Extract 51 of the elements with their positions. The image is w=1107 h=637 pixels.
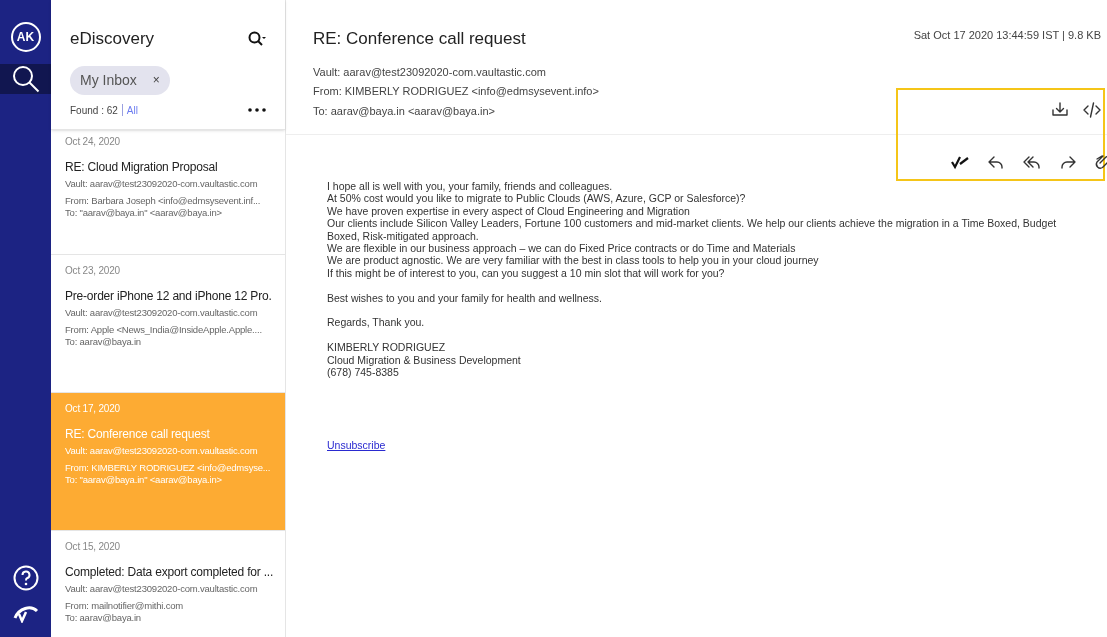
message-vault: Vault: aarav@test23092020-com.vaultastic.com (65, 178, 259, 190)
message-subject: Pre-order iPhone 12 and iPhone 12 Pro. (65, 289, 271, 303)
message-date: Oct 15, 2020 (65, 541, 121, 553)
message-subject: RE: Conference call request (65, 427, 211, 441)
vault-line: Vault: aarav@test23092020-com.vaultastic.com (313, 64, 546, 80)
avatar[interactable]: AK (10, 22, 41, 52)
message-date: Oct 24, 2020 (65, 136, 121, 148)
message-subject: Completed: Data export completed for ... (65, 565, 271, 579)
message-vault: Vault: aarav@test23092020-com.vaultastic.com (65, 583, 259, 595)
found-count: Found : 62 (70, 103, 118, 118)
code-icon[interactable] (1082, 100, 1102, 120)
message-vault: Vault: aarav@test23092020-com.vaultastic.com (65, 307, 259, 319)
body-text-line: We are product agnostic. We are very familiar with the best in class tools to help you in your cloud journey (327, 254, 820, 267)
panel-title: eDiscovery (70, 28, 155, 50)
message-to: To: aarav@baya.in (65, 612, 142, 624)
message-date: Oct 17, 2020 (65, 403, 121, 415)
message-vault: Vault: aarav@test23092020-com.vaultastic.com (65, 445, 259, 457)
chip-label: My Inbox (80, 70, 137, 90)
search-icon (10, 64, 41, 94)
message-subject: RE: Conference call request (313, 28, 526, 50)
message-to: To: "aarav@baya.in" <aarav@baya.in> (65, 474, 223, 486)
body-text-line: (678) 745-8385 (327, 366, 400, 379)
unsubscribe-link[interactable]: Unsubscribe (327, 438, 386, 452)
all-link[interactable]: All (126, 102, 138, 118)
body-text-line: I hope all is well with you, your family, friends and colleagues. (327, 180, 614, 193)
message-date: Oct 23, 2020 (65, 265, 121, 277)
message-from: From: Apple <News_India@InsideApple.Apple.... (65, 324, 263, 336)
body-text-line: Best wishes to you and your family for health and wellness. (327, 291, 603, 305)
message-meta: Sat Oct 17 2020 13:44:59 IST | 9.8 KB (913, 28, 1101, 43)
body-text-line: If this might be of interest to you, can you suggest a 10 min slot that will work for you? (327, 266, 726, 280)
body-text-line: We are flexible in our business approach – we can do Fixed Price contracts or do Time and Materials (327, 242, 797, 255)
logo-icon (12, 605, 39, 623)
body-text-line: Cloud Migration & Business Development (327, 353, 522, 367)
body-text-line: We have proven expertise in every aspect of Cloud Engineering and Migration (327, 204, 691, 218)
body-text-line: At 50% cost would you like to migrate to Public Clouds (AWS, Azure, GCP or Salesforce)? (327, 192, 747, 205)
help-icon (12, 565, 39, 591)
from-line: From: KIMBERLY RODRIGUEZ <info@edmsysevent.info> (313, 84, 599, 99)
search-button[interactable] (0, 64, 51, 94)
search-icon[interactable] (248, 30, 266, 47)
body-text-line: Regards, Thank you. (327, 316, 426, 329)
to-line: To: aarav@baya.in <aarav@baya.in> (313, 103, 495, 119)
chip-close-button[interactable]: × (152, 71, 160, 89)
more-icon[interactable] (248, 108, 266, 112)
message-subject: RE: Cloud Migration Proposal (65, 160, 219, 174)
body-text-line: Our clients include Silicon Valley Leaders, Fortune 100 customers and mid-market clients. We help our clients achieve the migration in a Time Boxed, Budget Boxed, Risk-mitigated approach. (327, 217, 1058, 243)
message-to: To: "aarav@baya.in" <aarav@baya.in> (65, 207, 223, 219)
body-text-line: KIMBERLY RODRIGUEZ (327, 341, 447, 354)
message-to: To: aarav@baya.in (65, 336, 142, 348)
message-from: From: Barbara Joseph <info@edmsysevent.inf... (65, 195, 262, 207)
message-from: From: KIMBERLY RODRIGUEZ <info@edmsyse... (65, 462, 271, 474)
message-from: From: mailnotifier@mithi.com (65, 600, 185, 612)
